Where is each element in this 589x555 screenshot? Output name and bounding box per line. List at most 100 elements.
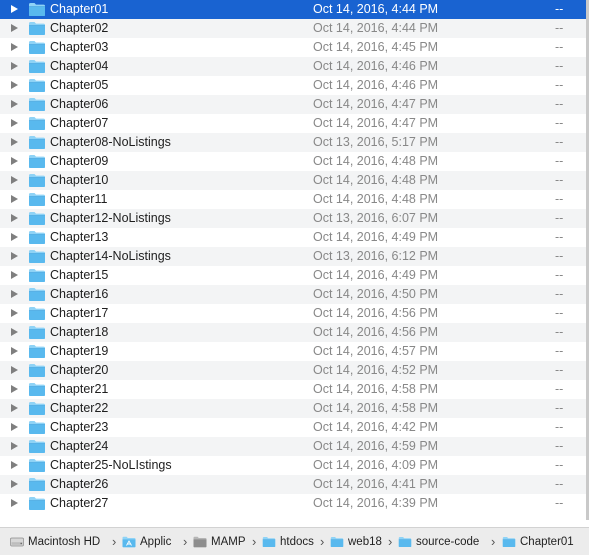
file-name: Chapter21: [50, 382, 109, 396]
list-item[interactable]: Chapter10 Oct 14, 2016, 4:48 PM --: [0, 171, 586, 190]
list-item[interactable]: Chapter22 Oct 14, 2016, 4:58 PM --: [0, 399, 586, 418]
list-item[interactable]: Chapter02 Oct 14, 2016, 4:44 PM --: [0, 19, 586, 38]
folder-icon: [398, 536, 412, 548]
date-modified: Oct 14, 2016, 4:42 PM: [313, 420, 439, 434]
path-separator-icon: ›: [388, 534, 393, 549]
list-item[interactable]: Chapter19 Oct 14, 2016, 4:57 PM --: [0, 342, 586, 361]
disclosure-triangle-icon[interactable]: [11, 404, 18, 412]
file-size: --: [555, 135, 564, 149]
file-name: Chapter26: [50, 477, 109, 491]
disclosure-triangle-icon[interactable]: [11, 328, 18, 336]
list-item[interactable]: Chapter18 Oct 14, 2016, 4:56 PM --: [0, 323, 586, 342]
list-item[interactable]: Chapter03 Oct 14, 2016, 4:45 PM --: [0, 38, 586, 57]
path-crumb-label: web18: [348, 535, 382, 548]
file-size: --: [555, 439, 564, 453]
list-item[interactable]: Chapter16 Oct 14, 2016, 4:50 PM --: [0, 285, 586, 304]
disclosure-triangle-icon[interactable]: [11, 442, 18, 450]
path-crumb-label: source-code: [416, 535, 480, 548]
list-item[interactable]: Chapter25-NoLIstings Oct 14, 2016, 4:09 P…: [0, 456, 586, 475]
disclosure-triangle-icon[interactable]: [11, 271, 18, 279]
file-size: --: [555, 458, 564, 472]
disclosure-triangle-icon[interactable]: [11, 138, 18, 146]
list-item[interactable]: Chapter23 Oct 14, 2016, 4:42 PM --: [0, 418, 586, 437]
list-item[interactable]: Chapter20 Oct 14, 2016, 4:52 PM --: [0, 361, 586, 380]
list-item[interactable]: Chapter12-NoListings Oct 13, 2016, 6:07 P…: [0, 209, 586, 228]
disclosure-triangle-icon[interactable]: [11, 423, 18, 431]
list-item[interactable]: Chapter07 Oct 14, 2016, 4:47 PM --: [0, 114, 586, 133]
disclosure-triangle-icon[interactable]: [11, 24, 18, 32]
folder-icon: [28, 325, 46, 340]
file-size: --: [555, 401, 564, 415]
folder-icon: [28, 211, 46, 226]
list-item[interactable]: Chapter24 Oct 14, 2016, 4:59 PM --: [0, 437, 586, 456]
list-item[interactable]: Chapter05 Oct 14, 2016, 4:46 PM --: [0, 76, 586, 95]
list-item[interactable]: Chapter01 Oct 14, 2016, 4:44 PM --: [0, 0, 586, 19]
date-modified: Oct 14, 2016, 4:46 PM: [313, 59, 439, 73]
app-folder-icon: [193, 536, 207, 548]
disclosure-triangle-icon[interactable]: [11, 62, 18, 70]
date-modified: Oct 14, 2016, 4:44 PM: [313, 2, 439, 16]
file-name: Chapter20: [50, 363, 109, 377]
path-crumb-web18[interactable]: web18: [330, 528, 382, 555]
disclosure-triangle-icon[interactable]: [11, 81, 18, 89]
disclosure-triangle-icon[interactable]: [11, 385, 18, 393]
date-modified: Oct 14, 2016, 4:46 PM: [313, 78, 439, 92]
list-item[interactable]: Chapter11 Oct 14, 2016, 4:48 PM --: [0, 190, 586, 209]
disclosure-triangle-icon[interactable]: [11, 195, 18, 203]
date-modified: Oct 13, 2016, 5:17 PM: [313, 135, 439, 149]
list-item[interactable]: Chapter06 Oct 14, 2016, 4:47 PM --: [0, 95, 586, 114]
disclosure-triangle-icon[interactable]: [11, 176, 18, 184]
disclosure-triangle-icon[interactable]: [11, 157, 18, 165]
path-crumb-chapter01[interactable]: Chapter01: [502, 528, 574, 555]
file-list[interactable]: Chapter01 Oct 14, 2016, 4:44 PM -- Chapter0…: [0, 0, 586, 518]
list-item[interactable]: Chapter13 Oct 14, 2016, 4:49 PM --: [0, 228, 586, 247]
disclosure-triangle-icon[interactable]: [11, 290, 18, 298]
folder-icon: [28, 306, 46, 321]
list-item[interactable]: Chapter17 Oct 14, 2016, 4:56 PM --: [0, 304, 586, 323]
date-modified: Oct 14, 2016, 4:48 PM: [313, 173, 439, 187]
disclosure-triangle-icon[interactable]: [11, 100, 18, 108]
file-name: Chapter09: [50, 154, 109, 168]
disclosure-triangle-icon[interactable]: [11, 461, 18, 469]
path-crumb-macintosh-hd[interactable]: Macintosh HD: [10, 528, 100, 555]
file-size: --: [555, 363, 564, 377]
list-item[interactable]: Chapter27 Oct 14, 2016, 4:39 PM --: [0, 494, 586, 513]
folder-icon: [28, 382, 46, 397]
file-name: Chapter13: [50, 230, 109, 244]
disclosure-triangle-icon[interactable]: [11, 309, 18, 317]
disclosure-triangle-icon[interactable]: [11, 43, 18, 51]
folder-icon: [28, 496, 46, 511]
path-crumb-source-code[interactable]: source-code: [398, 528, 479, 555]
path-crumb-mamp[interactable]: MAMP: [193, 528, 246, 555]
path-crumb-applic[interactable]: Applic: [122, 528, 171, 555]
disclosure-triangle-icon[interactable]: [11, 214, 18, 222]
date-modified: Oct 14, 2016, 4:58 PM: [313, 401, 439, 415]
file-name: Chapter08-NoListings: [50, 135, 171, 149]
folder-icon: [28, 21, 46, 36]
disclosure-triangle-icon[interactable]: [11, 5, 18, 13]
disclosure-triangle-icon[interactable]: [11, 366, 18, 374]
disclosure-triangle-icon[interactable]: [11, 480, 18, 488]
file-name: Chapter07: [50, 116, 109, 130]
list-item[interactable]: Chapter15 Oct 14, 2016, 4:49 PM --: [0, 266, 586, 285]
date-modified: Oct 14, 2016, 4:50 PM: [313, 287, 439, 301]
list-item[interactable]: Chapter21 Oct 14, 2016, 4:58 PM --: [0, 380, 586, 399]
path-crumb-label: htdocs: [280, 535, 314, 548]
list-item[interactable]: Chapter09 Oct 14, 2016, 4:48 PM --: [0, 152, 586, 171]
disclosure-triangle-icon[interactable]: [11, 119, 18, 127]
folder-icon: [28, 420, 46, 435]
disclosure-triangle-icon[interactable]: [11, 499, 18, 507]
date-modified: Oct 14, 2016, 4:58 PM: [313, 382, 439, 396]
disclosure-triangle-icon[interactable]: [11, 252, 18, 260]
file-size: --: [555, 2, 564, 16]
path-crumb-htdocs[interactable]: htdocs: [262, 528, 314, 555]
list-item[interactable]: Chapter04 Oct 14, 2016, 4:46 PM --: [0, 57, 586, 76]
disclosure-triangle-icon[interactable]: [11, 347, 18, 355]
disclosure-triangle-icon[interactable]: [11, 233, 18, 241]
list-item[interactable]: Chapter08-NoListings Oct 13, 2016, 5:17 P…: [0, 133, 586, 152]
folder-icon: [28, 344, 46, 359]
file-size: --: [555, 40, 564, 54]
folder-icon: [28, 477, 46, 492]
list-item[interactable]: Chapter26 Oct 14, 2016, 4:41 PM --: [0, 475, 586, 494]
list-item[interactable]: Chapter14-NoListings Oct 13, 2016, 6:12 P…: [0, 247, 586, 266]
